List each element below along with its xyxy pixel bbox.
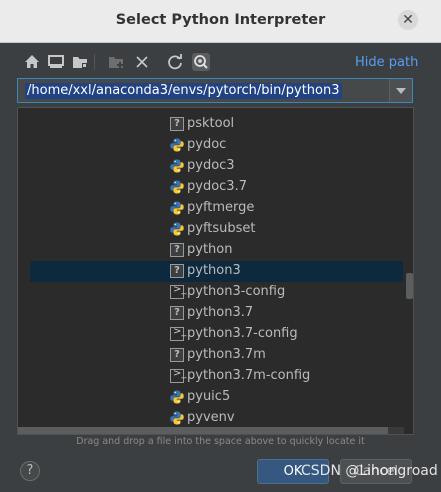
tree-item[interactable]: pydoc: [18, 135, 393, 156]
tree-item-label: python3.7-config: [187, 326, 298, 341]
python-file-icon: [170, 138, 184, 152]
tree-item[interactable]: pydoc3.7: [18, 177, 393, 198]
tree-item-selected[interactable]: ? python3: [30, 261, 403, 282]
tree-item[interactable]: ? python3.7: [18, 303, 393, 324]
terminal-file-icon: >_: [170, 326, 186, 341]
file-tree[interactable]: ? psktool pydoc pydoc3 pydoc3.7 pyftmerge pyft…: [17, 107, 414, 435]
python-file-icon: [170, 180, 184, 194]
tree-item[interactable]: pyuic5: [18, 387, 393, 408]
horizontal-scroll-thumb[interactable]: [18, 427, 388, 434]
tree-item[interactable]: ? psktool: [18, 114, 393, 135]
tree-item-label: pyvenv: [187, 410, 235, 425]
unknown-file-icon: ?: [170, 243, 184, 257]
tree-item-label: psktool: [187, 116, 235, 131]
tree-item-label: pydoc3.7: [187, 179, 247, 194]
refresh-icon[interactable]: [165, 52, 185, 72]
desktop-icon[interactable]: [46, 52, 66, 72]
tree-item-label: python3.7m: [187, 347, 266, 362]
show-hidden-icon[interactable]: [191, 52, 211, 72]
tree-item-label: pydoc: [187, 137, 227, 152]
path-combobox[interactable]: /home/xxl/anaconda3/envs/pytorch/bin/pyt…: [17, 78, 413, 103]
terminal-file-icon: >_: [170, 368, 186, 383]
tree-item-label: pydoc3: [187, 158, 235, 173]
path-dropdown-button[interactable]: [389, 79, 412, 102]
tree-item-label: pyftsubset: [187, 221, 256, 236]
dialog-titlebar: Select Python Interpreter ✕: [0, 0, 441, 43]
unknown-file-icon: ?: [170, 306, 184, 320]
tree-item[interactable]: >_ python3.7-config: [18, 324, 393, 345]
tree-item[interactable]: pydoc3: [18, 156, 393, 177]
python-file-icon: [170, 159, 184, 173]
python-file-icon: [170, 222, 184, 236]
tree-item-label: python: [187, 242, 233, 257]
watermark-text: CSDN @Lihongroad: [301, 463, 438, 479]
path-input[interactable]: /home/xxl/anaconda3/envs/pytorch/bin/pyt…: [25, 83, 342, 99]
drag-drop-hint: Drag and drop a file into the space abov…: [76, 436, 365, 447]
tree-item[interactable]: >_ python3.7m-config: [18, 366, 393, 387]
tree-item[interactable]: ? python: [18, 240, 393, 261]
toolbar-separator: [94, 54, 95, 70]
vertical-scrollbar[interactable]: [406, 108, 413, 434]
file-toolbar: [18, 52, 318, 72]
close-button[interactable]: ✕: [398, 10, 418, 30]
python-file-icon: [170, 201, 184, 215]
horizontal-scrollbar[interactable]: [18, 427, 404, 434]
unknown-file-icon: ?: [170, 117, 184, 131]
tree-item[interactable]: pyftmerge: [18, 198, 393, 219]
dialog-title: Select Python Interpreter: [115, 12, 326, 28]
tree-item-label: python3: [187, 263, 241, 278]
hide-path-link[interactable]: Hide path: [355, 55, 418, 70]
chevron-down-icon: [396, 88, 406, 94]
tree-item-label: python3.7m-config: [187, 368, 311, 383]
home-icon[interactable]: [22, 52, 42, 72]
tree-item[interactable]: >_ python3-config: [18, 282, 393, 303]
tree-item[interactable]: ? python3.7m: [18, 345, 393, 366]
tree-item[interactable]: pyftsubset: [18, 219, 393, 240]
tree-item-label: pyuic5: [187, 389, 231, 404]
tree-item-label: python3.7: [187, 305, 254, 320]
project-folder-icon[interactable]: [70, 52, 90, 72]
python-file-icon: [170, 411, 184, 425]
python-file-icon: [170, 390, 184, 404]
tree-item-label: python3-config: [187, 284, 286, 299]
new-folder-icon[interactable]: [106, 52, 126, 72]
help-button[interactable]: ?: [20, 461, 40, 481]
terminal-file-icon: >_: [170, 284, 186, 299]
delete-icon[interactable]: [132, 52, 152, 72]
unknown-file-icon: ?: [170, 348, 184, 362]
unknown-file-icon: ?: [170, 264, 184, 278]
tree-item-label: pyftmerge: [187, 200, 255, 215]
tree-item[interactable]: pyvenv: [18, 408, 393, 429]
vertical-scroll-thumb[interactable]: [406, 273, 413, 299]
